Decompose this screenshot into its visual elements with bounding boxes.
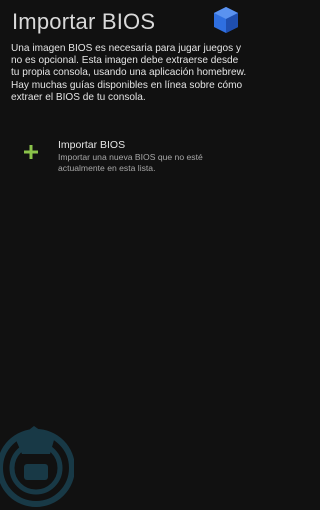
- import-bios-subtitle: Importar una nueva BIOS que no esté actu…: [58, 152, 203, 173]
- app-watermark-icon: [0, 426, 74, 507]
- plus-icon: [24, 145, 38, 159]
- cube-logo-icon: [214, 7, 238, 33]
- app-bar: Importar BIOS: [0, 0, 252, 40]
- import-bios-title: Importar BIOS: [58, 139, 126, 151]
- bios-description: Una imagen BIOS es necesaria para jugar …: [11, 43, 247, 103]
- import-bios-item[interactable]: Importar BIOS Importar una nueva BIOS qu…: [0, 134, 252, 180]
- page-title: Importar BIOS: [12, 9, 156, 34]
